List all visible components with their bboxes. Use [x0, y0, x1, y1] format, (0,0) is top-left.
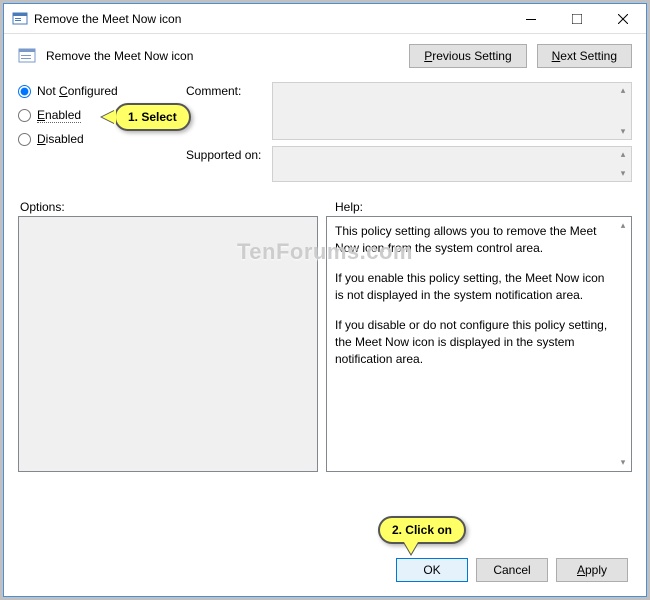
window-controls — [508, 4, 646, 33]
comment-textarea[interactable]: ▴▾ — [272, 82, 632, 140]
radio-not-configured[interactable] — [18, 85, 31, 98]
window: Remove the Meet Now icon TenForums.com R… — [3, 3, 647, 597]
radio-disabled-label[interactable]: Disabled — [37, 132, 84, 146]
radio-not-configured-label[interactable]: Not Configured — [37, 84, 118, 98]
radio-disabled[interactable] — [18, 133, 31, 146]
apply-button[interactable]: Apply — [556, 558, 628, 582]
titlebar: Remove the Meet Now icon — [4, 4, 646, 34]
options-label: Options: — [18, 200, 325, 214]
policy-window-icon — [12, 11, 28, 27]
scrollbar[interactable]: ▴▾ — [617, 149, 629, 179]
callout-click: 2. Click on — [378, 516, 466, 544]
radio-enabled-label[interactable]: Enabled — [37, 108, 81, 122]
scrollbar[interactable]: ▴▾ — [617, 219, 629, 469]
help-panel: This policy setting allows you to remove… — [326, 216, 632, 472]
policy-icon — [18, 46, 38, 66]
help-label: Help: — [325, 200, 632, 214]
window-title: Remove the Meet Now icon — [34, 12, 508, 26]
state-radio-group: Not Configured Enabled 1. Select Disable… — [18, 82, 186, 188]
content-area: TenForums.com Remove the Meet Now icon P… — [4, 34, 646, 596]
cancel-button[interactable]: Cancel — [476, 558, 548, 582]
close-button[interactable] — [600, 4, 646, 33]
maximize-button[interactable] — [554, 4, 600, 33]
scrollbar[interactable]: ▴▾ — [617, 85, 629, 137]
supported-on-textarea: ▴▾ — [272, 146, 632, 182]
previous-setting-button[interactable]: Previous Setting — [409, 44, 526, 68]
help-paragraph: If you disable or do not configure this … — [335, 317, 611, 369]
options-panel — [18, 216, 318, 472]
help-paragraph: This policy setting allows you to remove… — [335, 223, 611, 258]
next-setting-button[interactable]: Next Setting — [537, 44, 632, 68]
minimize-button[interactable] — [508, 4, 554, 33]
radio-enabled[interactable] — [18, 109, 31, 122]
ok-button[interactable]: OK — [396, 558, 468, 582]
dialog-footer: 2. Click on OK Cancel Apply — [18, 546, 632, 584]
policy-title: Remove the Meet Now icon — [46, 49, 409, 63]
header-row: Remove the Meet Now icon Previous Settin… — [18, 44, 632, 68]
comment-label: Comment: — [186, 82, 272, 98]
supported-on-label: Supported on: — [186, 146, 272, 162]
callout-select: 1. Select — [114, 103, 191, 131]
help-paragraph: If you enable this policy setting, the M… — [335, 270, 611, 305]
